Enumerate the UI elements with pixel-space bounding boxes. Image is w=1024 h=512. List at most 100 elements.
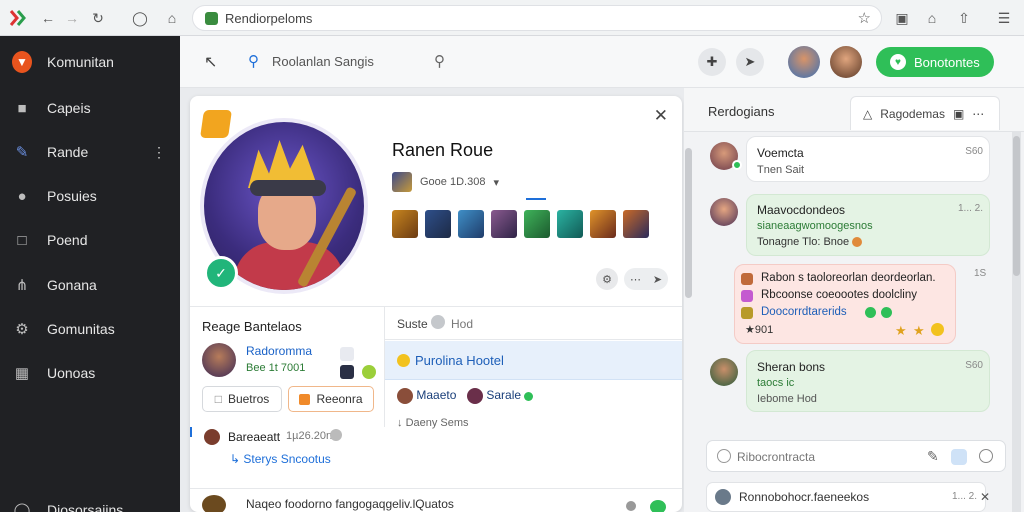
champion-icon[interactable] bbox=[590, 210, 616, 238]
close-icon[interactable]: ✕ bbox=[980, 490, 990, 504]
game-icon bbox=[340, 365, 354, 379]
folder-icon: ■ bbox=[17, 99, 27, 117]
friend-status: Bee 1t 7001 bbox=[246, 362, 306, 374]
message-text: ★901 bbox=[745, 324, 774, 336]
sidebar-item-komunitan[interactable]: ▼ Komunitan bbox=[0, 46, 180, 78]
champion-icon[interactable] bbox=[557, 210, 583, 238]
more-options-icon[interactable]: ⋮ bbox=[152, 144, 166, 161]
help-icon: ◯ bbox=[13, 502, 31, 512]
profile-card: ✓ ✕ Ranen Roue Gooe 1D.308 ▾ ⚙ ⋯ ➤ Reage … bbox=[190, 96, 682, 512]
address-url: Rendiorpeloms bbox=[225, 11, 313, 26]
sidebar-item-label: Uonoas bbox=[47, 365, 96, 381]
message-author: Maavocdondeos bbox=[757, 203, 846, 217]
forward-arrow-icon[interactable]: ➤ bbox=[736, 48, 764, 76]
message-text: sianeaagwomoogesnos bbox=[757, 220, 873, 232]
chevron-down-icon: ▾ bbox=[493, 176, 499, 189]
message-time: 1S bbox=[974, 268, 987, 279]
back-icon[interactable]: ← bbox=[38, 8, 58, 28]
sidebar-item-rande[interactable]: ✎ Rande ⋮ bbox=[0, 136, 180, 168]
sidebar-item-uonoas[interactable]: ▦ Uonoas bbox=[0, 357, 180, 389]
highlight-row[interactable]: Purolina Hootel bbox=[385, 341, 682, 380]
highlight-label: Purolina Hootel bbox=[415, 353, 504, 368]
avatar[interactable] bbox=[788, 46, 820, 78]
champion-icon[interactable] bbox=[623, 210, 649, 238]
chat-message[interactable]: Maavocdondeos sianeaagwomoogesnos Tonagn… bbox=[746, 194, 990, 256]
sidebar-item-label: Gomunitas bbox=[47, 321, 115, 337]
image-icon[interactable] bbox=[951, 449, 967, 465]
address-bar[interactable]: Rendiorpeloms ☆ bbox=[192, 5, 882, 31]
ellipsis-icon: ⋯ bbox=[629, 273, 641, 286]
more-pill-button[interactable]: ⋯ ➤ bbox=[624, 268, 668, 290]
champion-icon[interactable] bbox=[524, 210, 550, 238]
chat-scrollbar[interactable] bbox=[1012, 132, 1021, 512]
friend-name[interactable]: Radoromma bbox=[246, 344, 312, 358]
settings-circle-icon[interactable]: ◯ bbox=[130, 8, 150, 28]
sidebar-item-posuies[interactable]: ● Posuies bbox=[0, 180, 180, 212]
extension-icon[interactable]: ▣ bbox=[892, 8, 912, 28]
avatar[interactable] bbox=[202, 343, 236, 377]
chat-preview[interactable]: Ronnobohocr.faeneekos 1... 2. bbox=[706, 482, 986, 512]
network-icon: ⋔ bbox=[15, 277, 29, 294]
reload-icon[interactable]: ↻ bbox=[88, 8, 108, 28]
options-icon[interactable]: ⚙ bbox=[596, 268, 618, 290]
collapse-icon[interactable]: ↖ bbox=[204, 52, 217, 72]
logo-icon: ▼ bbox=[12, 51, 32, 73]
star-reaction-icon: ★ bbox=[913, 323, 925, 338]
secondary-button[interactable]: □ Buetros bbox=[202, 386, 282, 412]
message-link[interactable]: Doocorrdtarerids bbox=[761, 306, 847, 318]
player-a[interactable]: Maaeto bbox=[397, 388, 456, 404]
home-outline-icon[interactable]: ⌂ bbox=[922, 8, 942, 28]
champion-icon[interactable] bbox=[458, 210, 484, 238]
add-icon[interactable] bbox=[717, 449, 731, 463]
feed-name[interactable]: Bareaeatt bbox=[228, 430, 280, 444]
close-icon[interactable]: ✕ bbox=[654, 106, 668, 126]
avatar[interactable] bbox=[710, 198, 738, 226]
message-time: S60 bbox=[965, 146, 983, 157]
message-text: taocs ic bbox=[757, 377, 795, 389]
home-icon[interactable]: ⌂ bbox=[162, 8, 182, 28]
attachment-icon bbox=[741, 273, 753, 285]
avatar[interactable] bbox=[830, 46, 862, 78]
sidebar-item-poend[interactable]: □ Poend bbox=[0, 224, 180, 256]
scrollbar[interactable] bbox=[685, 148, 692, 298]
sidebar-item-label: Gonana bbox=[47, 277, 97, 293]
tab-ragodemas[interactable]: △ Ragodemas ▣ ⋯ bbox=[850, 96, 1000, 130]
avatar[interactable] bbox=[710, 358, 738, 386]
online-indicator bbox=[524, 391, 534, 401]
chat-message[interactable]: Rabon s taoloreorlan deordeorlan. Rbcoon… bbox=[734, 264, 956, 344]
primary-outline-button[interactable]: Reeonra bbox=[288, 386, 374, 412]
forward-icon[interactable]: → bbox=[62, 8, 82, 28]
player-b[interactable]: Sarale bbox=[467, 388, 534, 404]
attach-icon[interactable]: ✎ bbox=[927, 448, 939, 465]
chat-message[interactable]: Sheran bons taocs ic Iebome Hod S60 bbox=[746, 350, 990, 412]
champion-icon[interactable] bbox=[392, 210, 418, 238]
search-input[interactable]: Roolanlan Sangis bbox=[272, 54, 374, 69]
share-icon[interactable]: ⇧ bbox=[954, 8, 974, 28]
menu-icon[interactable]: ☰ bbox=[994, 8, 1014, 28]
chat-input[interactable]: Ribocrontracta ✎ bbox=[706, 440, 1006, 472]
rank-label: Gooe 1D.308 bbox=[420, 176, 486, 188]
options-icon[interactable] bbox=[626, 501, 636, 511]
champion-icon[interactable] bbox=[425, 210, 451, 238]
scrollbar-thumb[interactable] bbox=[1013, 136, 1020, 276]
emoji-picker-icon[interactable] bbox=[979, 449, 993, 463]
bookmark-star-icon[interactable]: ☆ bbox=[858, 9, 871, 27]
sidebar-item-label: Capeis bbox=[47, 100, 91, 116]
champion-icon[interactable] bbox=[491, 210, 517, 238]
more-icon[interactable]: ⋯ bbox=[972, 107, 984, 121]
feed-sub[interactable]: ↳ Sterys Sncootus bbox=[230, 452, 331, 466]
sidebar-item-gomunitas[interactable]: ⚙ Gomunitas bbox=[0, 313, 180, 345]
sidebar-item-diosorsaiins[interactable]: ◯ Diosorsaiins bbox=[0, 494, 180, 512]
search-magnifier-icon[interactable]: ⚲ bbox=[434, 52, 445, 70]
cta-button[interactable]: ♥ Bonotontes bbox=[876, 47, 994, 77]
warning-icon: △ bbox=[863, 106, 873, 121]
chat-input-placeholder: Ribocrontracta bbox=[737, 450, 816, 464]
rank-badge-icon bbox=[200, 110, 232, 138]
chat-message[interactable]: Voemcta Tnen Sait S60 bbox=[746, 136, 990, 182]
comment-row[interactable]: Naqeo foodorno fangogaqgeliv.lQuatos bbox=[190, 488, 682, 512]
app-logo-icon bbox=[8, 8, 28, 28]
add-icon[interactable]: ✚ bbox=[698, 48, 726, 76]
sidebar-item-capeis[interactable]: ■ Capeis bbox=[0, 92, 180, 124]
profile-rank[interactable]: Gooe 1D.308 ▾ bbox=[392, 172, 499, 192]
sidebar-item-gonana[interactable]: ⋔ Gonana bbox=[0, 269, 180, 301]
